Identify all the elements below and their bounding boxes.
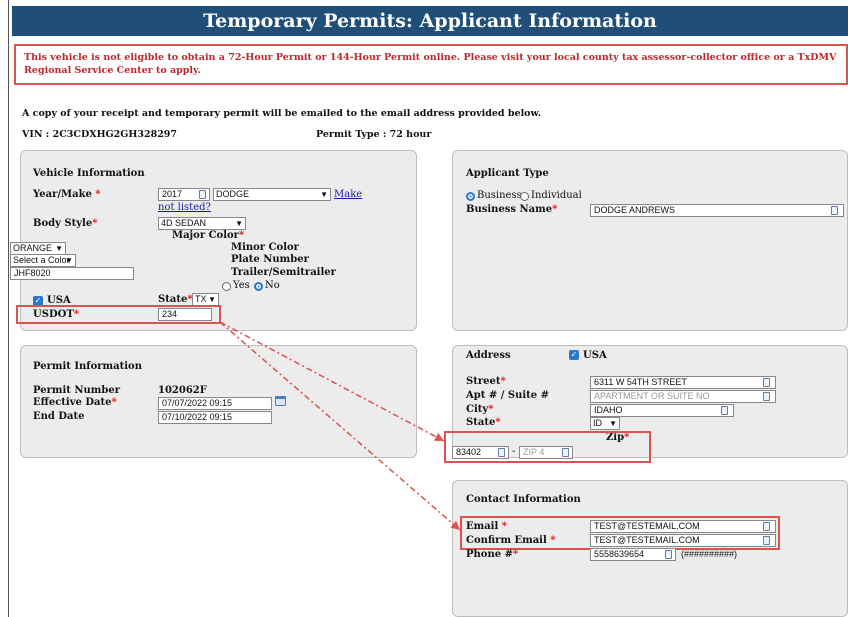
arrow-to-email [219, 321, 461, 531]
arrow-to-zip [219, 321, 445, 442]
annotation-arrows [219, 321, 461, 531]
